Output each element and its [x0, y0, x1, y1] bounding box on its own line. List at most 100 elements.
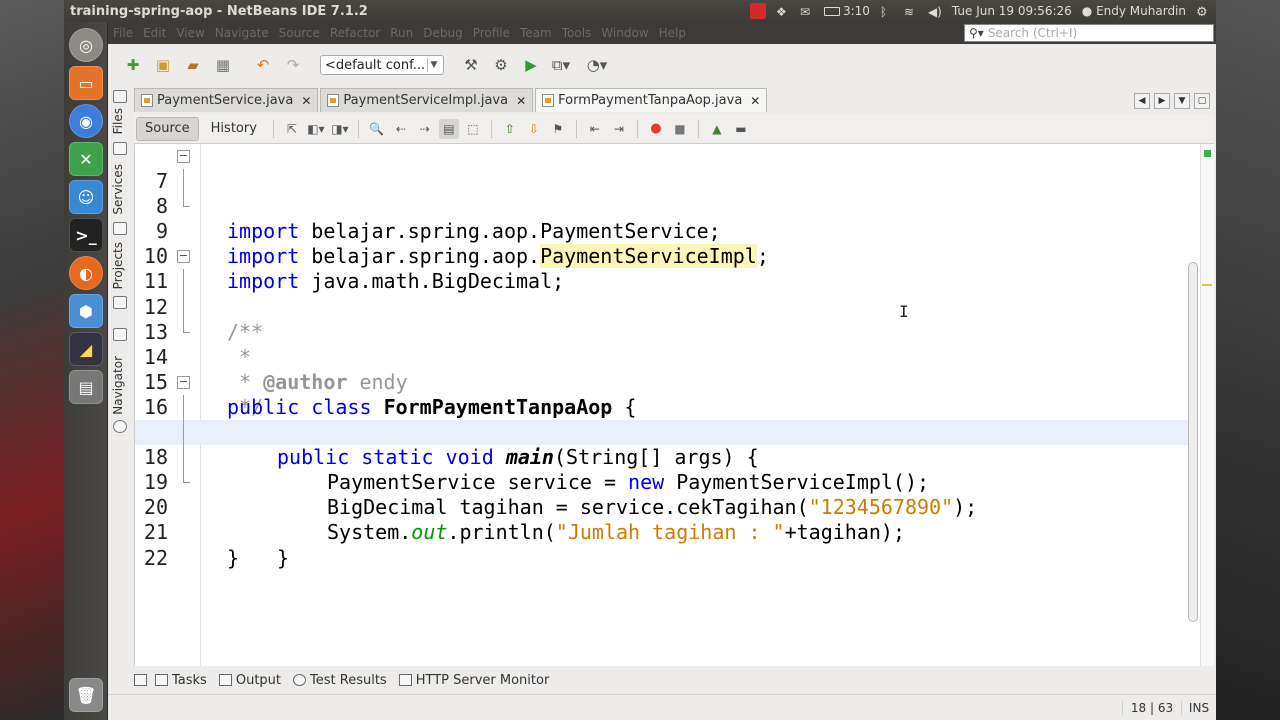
- wifi-icon[interactable]: ≋: [904, 5, 918, 19]
- window-app-icon[interactable]: ▤: [69, 370, 103, 404]
- save-all-icon[interactable]: ▦: [212, 54, 234, 76]
- code-line[interactable]: 8 import belajar.spring.aop.PaymentServi…: [135, 169, 1195, 269]
- close-icon[interactable]: ✕: [301, 94, 311, 108]
- close-icon[interactable]: ✕: [750, 94, 760, 108]
- undo-icon[interactable]: ↶: [252, 54, 274, 76]
- back-icon[interactable]: ◧▾: [306, 119, 326, 139]
- code-editor[interactable]: 7 − import belajar.spring.aop.PaymentSer…: [134, 144, 1214, 666]
- menu-profile[interactable]: Profile: [468, 26, 515, 40]
- run-icon[interactable]: ▶: [520, 54, 542, 76]
- screenshot-icon[interactable]: ◢: [69, 332, 103, 366]
- bluetooth-icon[interactable]: ᛒ: [880, 5, 894, 19]
- code-line[interactable]: 19 System.out.println("Jumlah tagihan : …: [135, 445, 1195, 544]
- restore-window-icon[interactable]: [134, 674, 147, 686]
- history-view-button[interactable]: History: [203, 117, 265, 141]
- menu-navigate[interactable]: Navigate: [210, 26, 274, 40]
- menu-file[interactable]: File: [108, 26, 138, 40]
- find-icon[interactable]: 🔍: [367, 119, 387, 139]
- chat-icon[interactable]: ☺: [69, 180, 103, 214]
- open-project-icon[interactable]: ▰: [182, 54, 204, 76]
- menu-team[interactable]: Team: [515, 26, 557, 40]
- files-panel-tab[interactable]: Files: [111, 108, 125, 134]
- user-menu[interactable]: ● Endy Muhardin: [1082, 4, 1186, 18]
- previous-bookmark-icon[interactable]: ⇧: [500, 119, 520, 139]
- terminal-icon[interactable]: >_: [69, 218, 103, 252]
- current-code-line[interactable]: 18 BigDecimal tagihan = service.cekTagih…: [135, 420, 1195, 519]
- menu-edit[interactable]: Edit: [138, 26, 171, 40]
- volume-icon[interactable]: ◀): [928, 5, 942, 19]
- menu-tools[interactable]: Tools: [557, 26, 597, 40]
- debug-icon[interactable]: ⧉▾: [550, 54, 572, 76]
- restore-navigator-icon[interactable]: [113, 328, 127, 341]
- menu-view[interactable]: View: [171, 26, 209, 40]
- toggle-rect-selection-icon[interactable]: ⬚: [463, 119, 483, 139]
- restore-window-icon[interactable]: [113, 90, 127, 103]
- new-project-icon[interactable]: ▣: [152, 54, 174, 76]
- uncomment-icon[interactable]: ▬: [731, 119, 751, 139]
- menu-source[interactable]: Source: [274, 26, 325, 40]
- toggle-bookmark-icon[interactable]: ⚑: [548, 119, 568, 139]
- new-file-icon[interactable]: ✚: [122, 54, 144, 76]
- code-line[interactable]: 14 */: [135, 319, 1195, 419]
- code-line[interactable]: 15 public class FormPaymentTanpaAop {: [135, 345, 1195, 419]
- menu-debug[interactable]: Debug: [418, 26, 467, 40]
- start-macro-recording-icon[interactable]: ●: [646, 119, 666, 139]
- gear-icon[interactable]: ⚙: [1196, 5, 1210, 20]
- maximize-window-icon[interactable]: ▢: [1194, 93, 1210, 109]
- menu-window[interactable]: Window: [596, 26, 653, 40]
- netbeans-icon[interactable]: ⬢: [69, 294, 103, 328]
- files-icon[interactable]: ▭: [69, 66, 103, 100]
- tab-payment-service[interactable]: PaymentService.java ✕: [134, 88, 319, 112]
- clock[interactable]: Tue Jun 19 09:56:26: [952, 4, 1072, 18]
- next-bookmark-icon[interactable]: ⇩: [524, 119, 544, 139]
- comment-icon[interactable]: ▲: [707, 119, 727, 139]
- http-server-monitor-tab[interactable]: HTTP Server Monitor: [395, 673, 554, 688]
- no-errors-indicator[interactable]: [1204, 150, 1211, 157]
- shift-right-icon[interactable]: ⇥: [609, 119, 629, 139]
- scroll-tabs-right-icon[interactable]: ▶: [1154, 93, 1170, 109]
- code-line[interactable]: 17 PaymentService service = new PaymentS…: [135, 394, 1195, 494]
- record-indicator-icon[interactable]: [749, 3, 766, 19]
- search-box[interactable]: ⚲▾ Search (Ctrl+I): [964, 24, 1214, 42]
- build-hammer-icon[interactable]: ⚒: [460, 54, 482, 76]
- last-edit-icon[interactable]: ⇱: [282, 119, 302, 139]
- code-line[interactable]: 22: [135, 520, 1195, 570]
- projects-panel-tab[interactable]: Projects: [111, 242, 125, 289]
- menu-refactor[interactable]: Refactor: [325, 26, 385, 40]
- code-line[interactable]: 7 − import belajar.spring.aop.PaymentSer…: [135, 144, 1195, 243]
- scroll-tabs-left-icon[interactable]: ◀: [1134, 93, 1150, 109]
- mail-icon[interactable]: ✉: [800, 5, 814, 19]
- chromium-icon[interactable]: ◉: [69, 104, 103, 138]
- code-line[interactable]: 12 *: [135, 269, 1195, 369]
- fold-toggle-icon[interactable]: −: [177, 150, 190, 163]
- redo-icon[interactable]: ↷: [282, 54, 304, 76]
- code-line[interactable]: 21 }: [135, 495, 1195, 569]
- trash-icon[interactable]: 🗑: [69, 678, 103, 712]
- toggle-highlight-icon[interactable]: ▤: [438, 118, 459, 139]
- forward-icon[interactable]: ◨▾: [330, 119, 350, 139]
- vertical-scrollbar[interactable]: [1188, 262, 1198, 622]
- firefox-icon[interactable]: ◐: [69, 256, 103, 290]
- error-stripe[interactable]: [1200, 144, 1214, 666]
- code-line[interactable]: 10: [135, 219, 1195, 268]
- fold-toggle-icon[interactable]: −: [177, 250, 190, 264]
- shift-left-icon[interactable]: ⇤: [585, 119, 605, 139]
- code-line[interactable]: 9 import java.math.BigDecimal;: [135, 194, 1195, 293]
- fold-toggle-icon[interactable]: −: [177, 375, 190, 389]
- menu-help[interactable]: Help: [654, 26, 691, 40]
- output-tab[interactable]: Output: [215, 673, 285, 688]
- tab-form-payment-tanpa-aop[interactable]: FormPaymentTanpaAop.java ✕: [535, 88, 768, 112]
- xmind-icon[interactable]: ✕: [69, 142, 103, 176]
- configuration-select[interactable]: <default conf... ▼: [320, 55, 444, 75]
- tab-payment-service-impl[interactable]: PaymentServiceImpl.java ✕: [320, 88, 534, 112]
- stop-macro-recording-icon[interactable]: ■: [670, 119, 690, 139]
- navigator-panel-tab[interactable]: Navigator: [111, 356, 125, 415]
- source-view-button[interactable]: Source: [136, 116, 199, 141]
- test-results-tab[interactable]: Test Results: [289, 673, 391, 688]
- profile-icon[interactable]: ◔▾: [586, 54, 608, 76]
- show-opened-documents-icon[interactable]: ▼: [1174, 93, 1190, 109]
- tasks-tab[interactable]: Tasks: [151, 673, 211, 688]
- close-icon[interactable]: ✕: [516, 94, 526, 108]
- warning-mark[interactable]: [1202, 284, 1212, 286]
- find-next-icon[interactable]: ⇢: [415, 119, 435, 139]
